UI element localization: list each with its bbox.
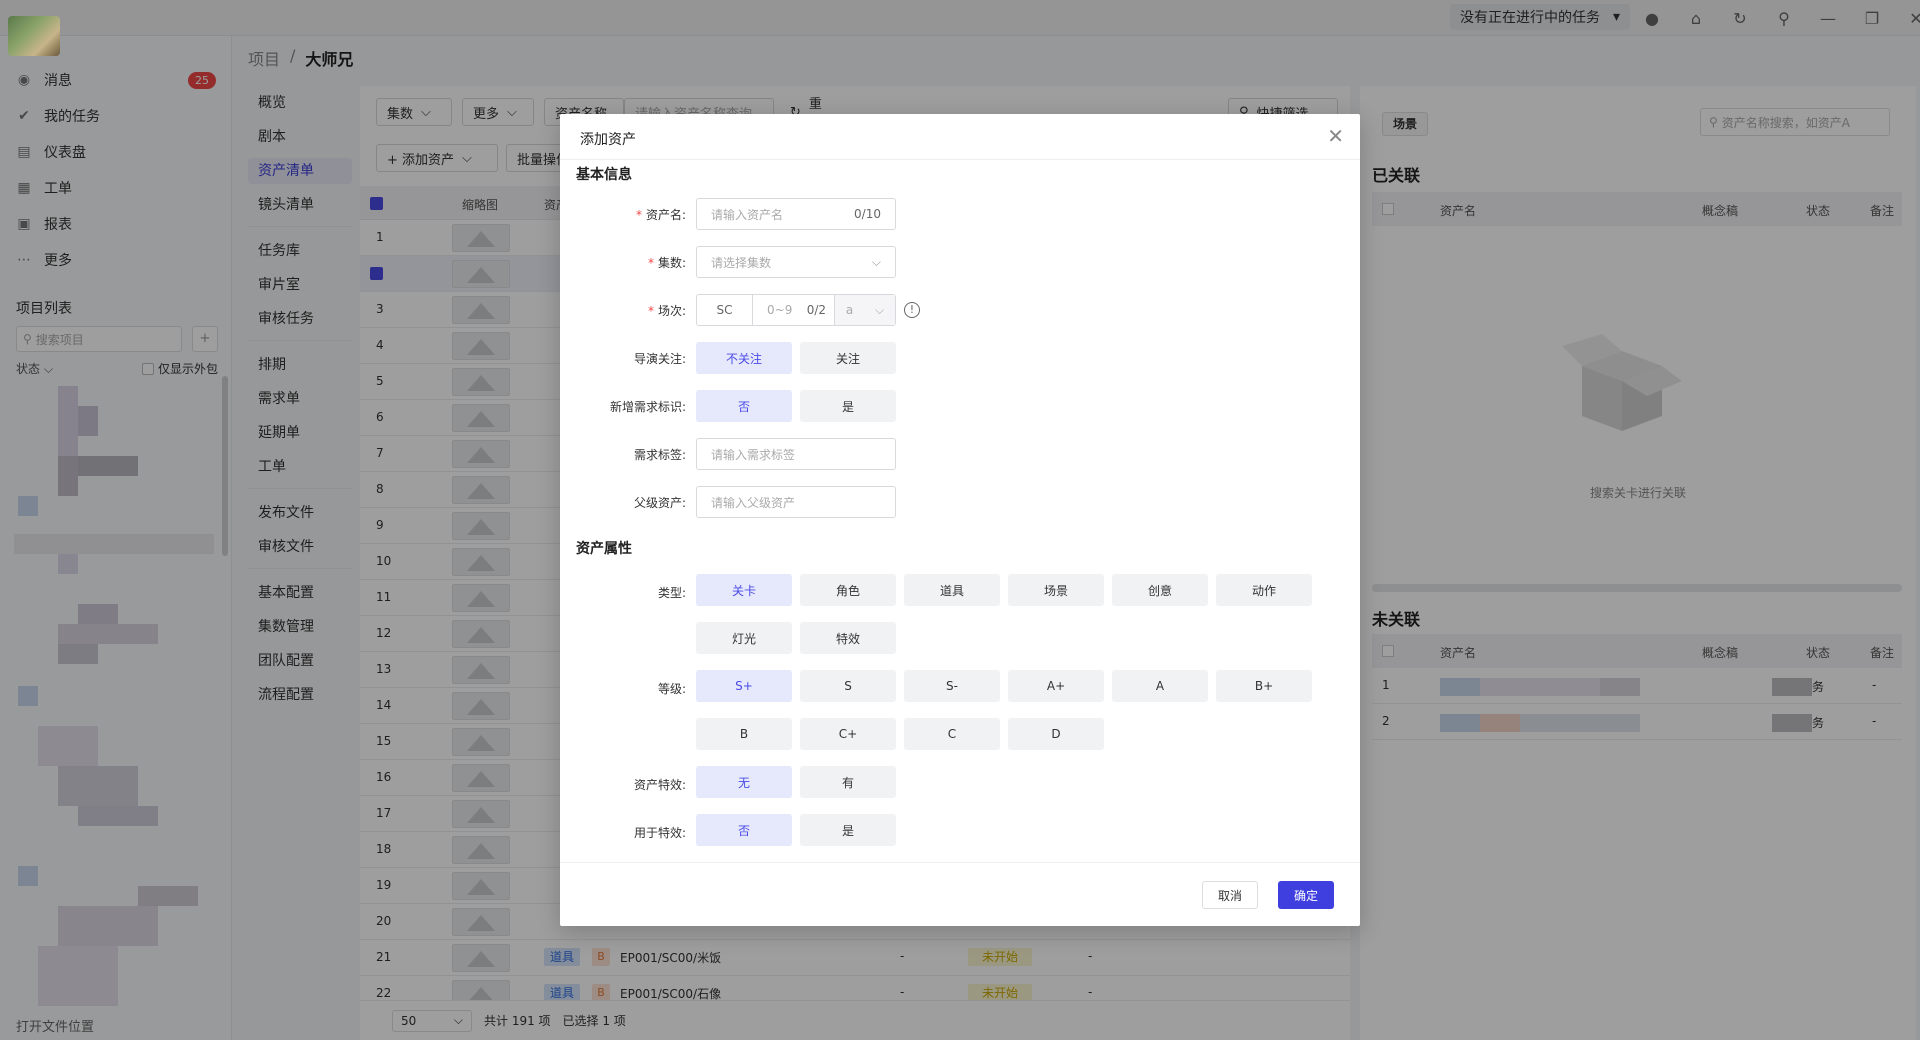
type-option-prop[interactable]: 道具	[904, 574, 1000, 606]
type-label: 类型:	[657, 586, 686, 600]
label-text: 集数:	[657, 256, 686, 270]
parent-asset-label: 父级资产:	[633, 496, 686, 510]
cancel-button[interactable]: 取消	[1202, 881, 1258, 909]
director-focus-option[interactable]: 关注	[800, 342, 896, 374]
used-for-fx-label: 用于特效:	[633, 826, 686, 840]
scene-char-counter: 0/2	[806, 303, 826, 317]
grade-option-c-plus[interactable]: C+	[800, 718, 896, 750]
add-asset-dialog: 添加资产 ✕ 基本信息 * 资产名: 请输入资产名 0/10 * 集数: 请选择集数…	[560, 114, 1360, 926]
scene-suffix-value: a	[845, 303, 854, 317]
req-tag-placeholder: 请输入需求标签	[711, 447, 796, 462]
label-text: 资产名:	[645, 208, 686, 222]
type-option-action[interactable]: 动作	[1216, 574, 1312, 606]
new-req-label: 新增需求标识:	[609, 400, 686, 414]
req-tag-input[interactable]: 请输入需求标签	[696, 438, 896, 470]
scene-label: * 场次:	[647, 304, 686, 318]
confirm-button[interactable]: 确定	[1278, 881, 1334, 909]
chevron-down-icon: ⌵	[871, 254, 881, 269]
asset-fx-label: 资产特效:	[633, 778, 686, 792]
grade-option-a[interactable]: A	[1112, 670, 1208, 702]
new-req-no-option[interactable]: 否	[696, 390, 792, 422]
parent-asset-placeholder: 请输入父级资产	[711, 495, 796, 510]
grade-option-b[interactable]: B	[696, 718, 792, 750]
grade-label: 等级:	[657, 682, 686, 696]
asset-name-label: * 资产名:	[635, 208, 686, 222]
dialog-footer: 取消 确定	[560, 862, 1360, 926]
parent-asset-input[interactable]: 请输入父级资产	[696, 486, 896, 518]
episode-select[interactable]: 请选择集数 ⌵	[696, 246, 896, 278]
dialog-title: 添加资产	[580, 132, 636, 148]
grade-option-a-plus[interactable]: A+	[1008, 670, 1104, 702]
scene-input-group: SC 0~9 0/2 a ⌵	[696, 294, 896, 326]
director-no-focus-option[interactable]: 不关注	[696, 342, 792, 374]
grade-option-c[interactable]: C	[904, 718, 1000, 750]
grade-option-b-plus[interactable]: B+	[1216, 670, 1312, 702]
type-option-vfx[interactable]: 特效	[800, 622, 896, 654]
asset-attr-section-title: 资产属性	[576, 541, 632, 557]
director-focus-label: 导演关注:	[633, 352, 686, 366]
used-for-fx-no-option[interactable]: 否	[696, 814, 792, 846]
type-option-creative[interactable]: 创意	[1112, 574, 1208, 606]
scene-number-input[interactable]: 0~9 0/2	[753, 295, 835, 325]
grade-option-d[interactable]: D	[1008, 718, 1104, 750]
type-option-lighting[interactable]: 灯光	[696, 622, 792, 654]
chevron-down-icon: ⌵	[875, 302, 885, 317]
info-icon[interactable]: !	[904, 302, 920, 318]
episode-placeholder: 请选择集数	[711, 255, 772, 270]
used-for-fx-yes-option[interactable]: 是	[800, 814, 896, 846]
scene-number-placeholder: 0~9	[767, 303, 793, 317]
type-option-scene[interactable]: 场景	[1008, 574, 1104, 606]
scene-prefix: SC	[697, 295, 753, 325]
episode-label: * 集数:	[647, 256, 686, 270]
user-avatar[interactable]	[8, 16, 60, 56]
char-counter: 0/10	[854, 207, 881, 221]
grade-option-s-minus[interactable]: S-	[904, 670, 1000, 702]
new-req-yes-option[interactable]: 是	[800, 390, 896, 422]
grade-option-s[interactable]: S	[800, 670, 896, 702]
label-text: 场次:	[657, 304, 686, 318]
type-option-level[interactable]: 关卡	[696, 574, 792, 606]
asset-name-input[interactable]: 请输入资产名 0/10	[696, 198, 896, 230]
asset-fx-has-option[interactable]: 有	[800, 766, 896, 798]
scene-suffix-select[interactable]: a ⌵	[835, 295, 895, 325]
asset-name-placeholder: 请输入资产名	[711, 207, 784, 222]
type-option-character[interactable]: 角色	[800, 574, 896, 606]
basic-info-section-title: 基本信息	[576, 167, 632, 183]
grade-option-s-plus[interactable]: S+	[696, 670, 792, 702]
asset-fx-none-option[interactable]: 无	[696, 766, 792, 798]
close-icon[interactable]: ✕	[1327, 124, 1344, 148]
dialog-header: 添加资产 ✕	[560, 114, 1360, 160]
req-tag-label: 需求标签:	[633, 448, 686, 462]
